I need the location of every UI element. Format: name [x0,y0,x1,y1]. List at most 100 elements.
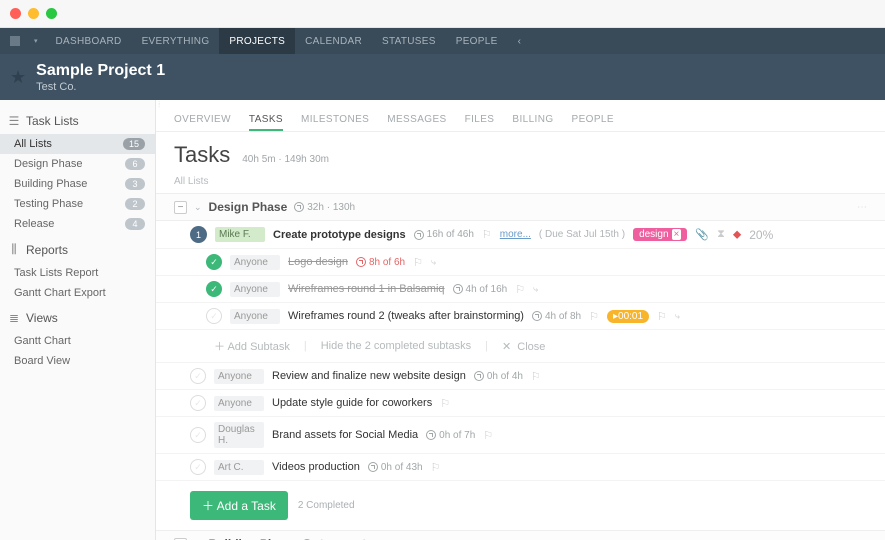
flag-icon[interactable]: ⚐ [413,256,423,269]
nav-dashboard[interactable]: DASHBOARD [46,28,132,54]
attachment-icon[interactable]: 📎 [695,228,709,241]
nav-people[interactable]: PEOPLE [446,28,508,54]
top-navbar: ▾ DASHBOARDEVERYTHINGPROJECTSCALENDARSTA… [0,28,885,54]
sidebar-item-gantt-chart[interactable]: Gantt Chart [0,331,155,351]
minimize-window-icon[interactable] [28,8,39,19]
assignee-chip[interactable]: Mike F. [215,227,265,242]
subtask-icon[interactable]: ⤷ [533,284,538,295]
assignee-chip[interactable]: Douglas H. [214,422,264,448]
task-row[interactable]: Anyone Wireframes round 2 (tweaks after b… [156,303,885,330]
task-row[interactable]: AnyoneWireframes round 1 in Balsamiq4h o… [156,276,885,303]
checkbox-open-icon[interactable] [190,459,206,475]
add-task-button[interactable]: ＋ Add a Task [190,491,288,520]
sidebar-item-board-view[interactable]: Board View [0,351,155,371]
collapse-toggle-icon[interactable]: − [174,201,187,214]
hourglass-icon[interactable]: ⧗ [717,228,725,241]
maximize-window-icon[interactable] [46,8,57,19]
user-avatar-icon[interactable] [10,36,20,46]
phase-name[interactable]: Design Phase [209,200,288,214]
task-row[interactable]: Anyone Update style guide for coworkers ⚐ [156,390,885,417]
add-subtask-button[interactable]: ＋ Add Subtask [214,338,290,354]
breadcrumb[interactable]: All Lists [156,176,885,193]
star-icon[interactable]: ★ [10,67,26,88]
task-row[interactable]: Anyone Review and finalize new website de… [156,363,885,390]
nav-projects[interactable]: PROJECTS [219,28,295,54]
task-name[interactable]: Create prototype designs [273,229,406,241]
add-task-row: ＋ Add a Task 2 Completed [156,481,885,530]
flag-icon[interactable]: ⚐ [515,283,525,296]
nav-statuses[interactable]: STATUSES [372,28,446,54]
tab-messages[interactable]: MESSAGES [387,114,446,131]
flag-icon[interactable]: ⚐ [657,310,667,323]
task-name[interactable]: Review and finalize new website design [272,370,466,382]
subtask-count-badge: 1 [190,226,207,243]
task-name[interactable]: Update style guide for coworkers [272,397,432,409]
chevron-down-icon[interactable]: ⌄ [194,202,202,213]
checkbox-open-icon[interactable] [206,308,222,324]
assignee-chip[interactable]: Anyone [230,309,280,324]
nav-calendar[interactable]: CALENDAR [295,28,372,54]
tab-milestones[interactable]: MILESTONES [301,114,369,131]
task-progress: 20% [749,228,773,242]
tab-tasks[interactable]: TASKS [249,114,283,131]
main-panel: OVERVIEW TASKS MILESTONES MESSAGES FILES BILL… [156,100,885,540]
checkbox-done-icon[interactable] [206,254,222,270]
tab-billing[interactable]: BILLING [512,114,553,131]
tab-people[interactable]: PEOPLE [572,114,614,131]
nav-more-icon[interactable]: ‹ [510,36,529,47]
phase-header: −⌄Design Phase32h · 130h⋯ [156,193,885,221]
sidebar-item-building-phase[interactable]: Building Phase3 [0,174,155,194]
task-name[interactable]: Brand assets for Social Media [272,429,418,441]
assignee-chip[interactable]: Anyone [214,396,264,411]
checkbox-open-icon[interactable] [190,368,206,384]
more-icon[interactable]: ⋯ [857,202,867,213]
task-name[interactable]: Wireframes round 2 (tweaks after brainst… [288,310,524,322]
checkbox-open-icon[interactable] [190,427,206,443]
task-row[interactable]: Douglas H.Brand assets for Social Media0… [156,417,885,454]
task-name[interactable]: Logo design [288,256,348,268]
flag-icon[interactable]: ⚐ [440,397,450,410]
task-row[interactable]: 1Mike F.Create prototype designs16h of 4… [156,221,885,249]
subtask-icon[interactable]: ⤷ [431,257,436,268]
tab-files[interactable]: FILES [465,114,495,131]
sidebar-section-views: ≣ Views [0,303,155,331]
assignee-chip[interactable]: Art C. [214,460,264,475]
checkbox-open-icon[interactable] [190,395,206,411]
timer-running[interactable]: ▸00:01 [607,310,649,323]
sidebar-item-gantt-chart-export[interactable]: Gantt Chart Export [0,283,155,303]
task-name[interactable]: Wireframes round 1 in Balsamiq [288,283,445,295]
completed-count-link[interactable]: 2 Completed [298,500,355,511]
sidebar-item-task-lists-report[interactable]: Task Lists Report [0,263,155,283]
flag-icon[interactable]: ⚐ [531,370,541,383]
page-time-meta: 40h 5m · 149h 30m [242,154,329,165]
sidebar-item-all-lists[interactable]: All Lists15 [0,134,155,154]
close-subtasks-button[interactable]: ✕ Close [502,340,545,353]
task-name[interactable]: Videos production [272,461,360,473]
sidebar-collapse-icon[interactable]: ⦙ [158,100,160,110]
task-row[interactable]: AnyoneLogo design8h of 6h⚐⤷ [156,249,885,276]
tab-overview[interactable]: OVERVIEW [174,114,231,131]
sidebar-item-design-phase[interactable]: Design Phase6 [0,154,155,174]
nav-everything[interactable]: EVERYTHING [132,28,220,54]
hide-completed-button[interactable]: Hide the 2 completed subtasks [321,340,471,352]
checkbox-done-icon[interactable] [206,281,222,297]
views-icon: ≣ [8,311,20,325]
flag-icon[interactable]: ⚐ [482,228,492,241]
flag-icon[interactable]: ⚐ [589,310,599,323]
page-title: Tasks [174,142,230,168]
assignee-chip[interactable]: Anyone [214,369,264,384]
assignee-chip[interactable]: Anyone [230,255,280,270]
assignee-chip[interactable]: Anyone [230,282,280,297]
task-time: 4h of 8h [532,311,581,322]
task-time: 0h of 43h [368,462,423,473]
sidebar-item-testing-phase[interactable]: Testing Phase2 [0,194,155,214]
nav-dropdown-icon[interactable]: ▾ [34,37,38,45]
flag-icon[interactable]: ⚐ [431,461,441,474]
tag-design[interactable]: design× [633,228,687,241]
task-row[interactable]: Art C. Videos production 0h of 43h ⚐ [156,454,885,481]
more-link[interactable]: more... [500,229,531,240]
subtask-icon[interactable]: ⤷ [675,311,680,322]
flag-icon[interactable]: ⚐ [483,429,493,442]
close-window-icon[interactable] [10,8,21,19]
sidebar-item-release[interactable]: Release4 [0,214,155,234]
